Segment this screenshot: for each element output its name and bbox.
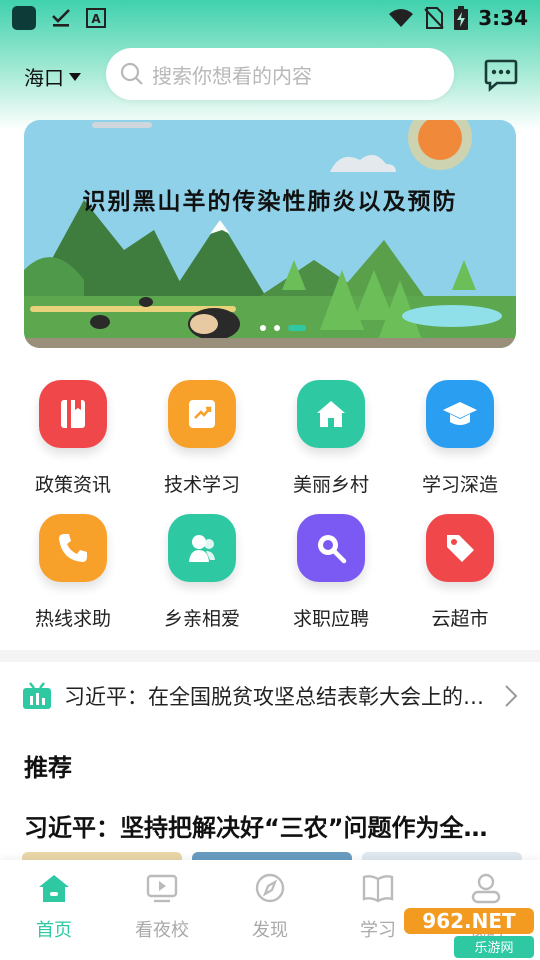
grid-label: 美丽乡村 — [292, 474, 369, 496]
book-icon — [39, 380, 107, 448]
wifi-icon — [389, 9, 414, 27]
site-watermark-logo: 962.NET 乐游网 — [404, 908, 534, 958]
tv-icon — [23, 682, 51, 709]
svg-text:乐游网: 乐游网 — [474, 941, 513, 956]
grid-label: 热线求助 — [34, 608, 111, 630]
user-icon — [471, 873, 501, 904]
carousel-dot-active[interactable] — [288, 325, 306, 331]
clock: 3:34 — [478, 6, 528, 30]
tab-discover[interactable]: 发现 — [216, 872, 324, 942]
banner-carousel[interactable]: 识别黑山羊的传染性肺炎以及预防 — [24, 120, 516, 348]
grid-item-policy-news[interactable]: 政策资讯 — [8, 380, 138, 497]
news-headline: 习近平：在全国脱贫攻坚总结表彰大会上的讲话 — [64, 685, 494, 709]
search-input[interactable]: 搜索你想看的内容 — [106, 48, 454, 100]
search-icon — [297, 514, 365, 582]
grid-item-tech-learning[interactable]: 技术学习 — [137, 380, 267, 497]
phone-icon — [39, 514, 107, 582]
no-sim-icon — [424, 7, 444, 29]
people-icon — [168, 514, 236, 582]
chart-book-icon — [168, 380, 236, 448]
compass-icon — [255, 873, 285, 903]
status-bar: A 3:34 — [0, 0, 540, 36]
house-icon — [297, 380, 365, 448]
grid-label: 政策资讯 — [34, 474, 111, 496]
tab-label: 发现 — [252, 920, 288, 941]
tab-home[interactable]: 首页 — [0, 872, 108, 942]
home-icon — [39, 875, 69, 902]
search-placeholder: 搜索你想看的内容 — [152, 63, 312, 88]
chevron-right-icon — [505, 685, 518, 707]
carousel-dot[interactable] — [260, 325, 266, 331]
chat-bubble-icon — [484, 59, 518, 92]
video-icon — [146, 874, 178, 903]
carousel-indicator — [260, 325, 306, 331]
grid-label: 学习深造 — [421, 474, 498, 496]
tab-night-school[interactable]: 看夜校 — [108, 872, 216, 942]
header: 海口 搜索你想看的内容 — [0, 46, 540, 104]
grid-label: 求职应聘 — [292, 608, 369, 630]
download-done-icon — [52, 9, 70, 27]
message-button[interactable] — [484, 58, 518, 96]
open-book-icon — [362, 875, 394, 903]
grid-item-neighbors-love[interactable]: 乡亲相爱 — [137, 514, 267, 631]
grid-item-cloud-market[interactable]: 云超市 — [395, 514, 525, 631]
section-title-recommend: 推荐 — [24, 754, 72, 782]
tab-label: 看夜校 — [135, 920, 189, 941]
grid-item-hotline-help[interactable]: 热线求助 — [8, 514, 138, 631]
search-icon — [120, 62, 143, 85]
battery-charging-icon — [454, 6, 469, 30]
graduation-cap-icon — [426, 380, 494, 448]
news-ticker[interactable]: 习近平：在全国脱贫攻坚总结表彰大会上的讲话 — [0, 676, 540, 716]
grid-item-beautiful-village[interactable]: 美丽乡村 — [266, 380, 396, 497]
city-label: 海口 — [24, 66, 64, 90]
banner-illustration — [24, 120, 516, 348]
carousel-dot[interactable] — [274, 325, 280, 331]
svg-text:A: A — [91, 12, 101, 26]
section-divider — [0, 650, 540, 662]
tag-icon — [426, 514, 494, 582]
translate-icon: A — [86, 8, 106, 28]
grid-item-further-study[interactable]: 学习深造 — [395, 380, 525, 497]
grid-label: 云超市 — [431, 608, 489, 630]
article-title[interactable]: 习近平：坚持把解决好“三农”问题作为全党工作重中之重 — [24, 808, 504, 843]
grid-label: 技术学习 — [163, 474, 240, 496]
grid-item-job-search[interactable]: 求职应聘 — [266, 514, 396, 631]
tab-label: 首页 — [36, 920, 72, 941]
city-selector[interactable]: 海口 — [24, 62, 82, 91]
banner-title: 识别黑山羊的传染性肺炎以及预防 — [82, 189, 458, 215]
app-icon — [12, 6, 36, 30]
caret-down-icon — [69, 72, 81, 81]
svg-text:962.NET: 962.NET — [422, 909, 516, 933]
grid-label: 乡亲相爱 — [163, 608, 240, 630]
